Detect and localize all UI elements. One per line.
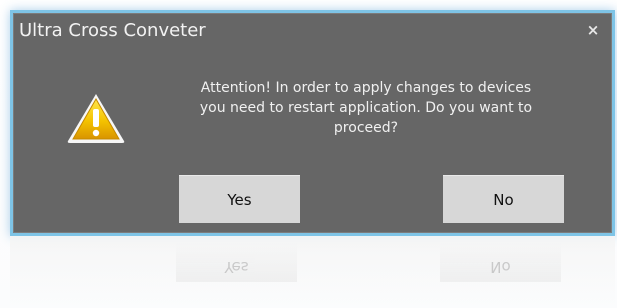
screen-stage: Ultra Cross Conveter × Attention! In ord…	[0, 0, 617, 308]
dialog-title: Ultra Cross Conveter	[19, 20, 206, 41]
warning-triangle-icon	[67, 94, 125, 143]
no-button-reflection: No	[440, 242, 561, 282]
dialog-reflection: Yes No	[10, 236, 615, 308]
no-button[interactable]: No	[443, 175, 564, 223]
close-button[interactable]: ×	[584, 21, 602, 39]
dialog-message: Attention! In order to apply changes to …	[199, 80, 533, 136]
close-icon: ×	[586, 21, 600, 39]
confirmation-dialog: Ultra Cross Conveter × Attention! In ord…	[10, 10, 615, 236]
yes-button-reflection: Yes	[176, 242, 297, 282]
yes-button[interactable]: Yes	[179, 175, 300, 223]
